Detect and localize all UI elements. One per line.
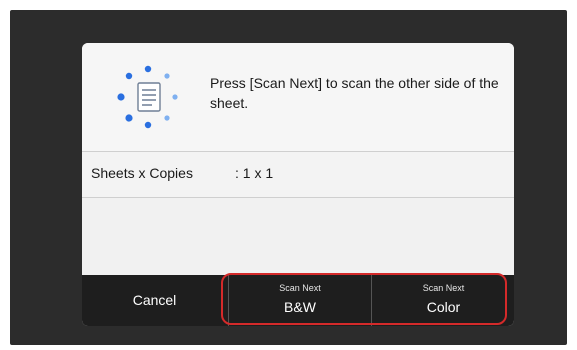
scan-next-color-button[interactable]: Scan Next Color: [371, 275, 514, 326]
scan-dialog: Press [Scan Next] to scan the other side…: [82, 43, 514, 326]
scan-next-bw-button[interactable]: Scan Next B&W: [228, 275, 371, 326]
button-bar: Cancel Scan Next B&W Scan Next Color: [82, 275, 514, 326]
sheets-copies-row: Sheets x Copies : 1 x 1: [82, 152, 514, 197]
scan-next-bw-label: B&W: [284, 299, 316, 315]
cancel-button[interactable]: Cancel: [82, 275, 227, 326]
document-scanning-icon: [117, 65, 178, 129]
scan-next-bw-caption: Scan Next: [279, 283, 321, 293]
sheets-copies-label: Sheets x Copies: [91, 165, 193, 181]
device-screen: Press [Scan Next] to scan the other side…: [10, 10, 567, 345]
empty-area: [82, 198, 514, 275]
scan-next-color-label: Color: [426, 299, 461, 315]
instruction-message: Press [Scan Next] to scan the other side…: [210, 75, 499, 111]
sheets-copies-value: : 1 x 1: [235, 165, 274, 181]
scan-next-color-caption: Scan Next: [422, 283, 465, 293]
message-area: Press [Scan Next] to scan the other side…: [82, 43, 514, 151]
cancel-button-label: Cancel: [132, 292, 177, 308]
